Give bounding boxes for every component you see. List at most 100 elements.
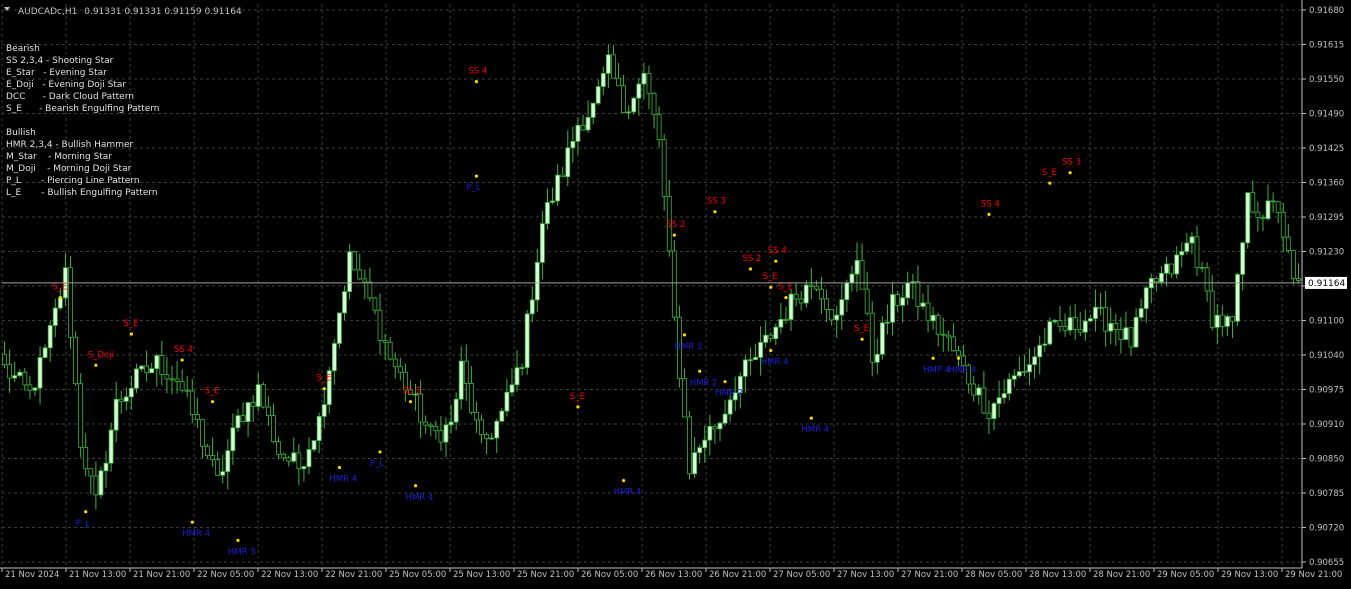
bull-candle-body — [879, 322, 885, 355]
time-axis[interactable]: 21 Nov 2024 21 Nov 13:00 21 Nov 21:00 22 No… — [1, 568, 1342, 580]
bear-candle-body — [397, 366, 403, 373]
price-tick-label: 0.90975 — [1309, 386, 1344, 396]
bear-candle-body — [1057, 320, 1063, 327]
bear-candle-body — [468, 383, 474, 413]
signal-arrow-icon — [58, 296, 62, 300]
bear-candle-body — [367, 281, 373, 299]
bear-candle-body — [1219, 314, 1225, 327]
signal-arrow-icon — [129, 332, 133, 336]
candle — [631, 96, 637, 115]
time-tick-label: 27 Nov 13:00 — [837, 570, 894, 580]
bear-candle-body — [621, 85, 626, 113]
bull-candle-body — [443, 424, 449, 443]
price-tick-label: 0.91550 — [1309, 75, 1344, 85]
bull-candle-body — [52, 307, 58, 326]
bull-candle-body — [524, 313, 530, 368]
bull-candle-body — [108, 429, 114, 464]
bull-candle-body — [1138, 308, 1144, 318]
bull-candle-body — [854, 259, 860, 275]
bull-candle-body — [57, 297, 63, 309]
bull-candle-body — [255, 384, 261, 407]
price-tick-label: 0.91680 — [1309, 6, 1344, 16]
bear-candle-body — [1077, 329, 1083, 333]
bear-candle-body — [925, 302, 931, 322]
bear-candle-body — [250, 402, 256, 407]
bear-candle-body — [682, 378, 687, 418]
bear-candle-body — [824, 298, 829, 310]
bullish-signal-label: P_L — [76, 519, 90, 529]
legend-bearish-title: Bearish — [6, 44, 40, 54]
bull-candle-body — [337, 312, 342, 344]
bear-candle-body — [1113, 323, 1119, 330]
bull-candle-body — [727, 399, 733, 415]
bull-candle-body — [834, 314, 840, 321]
bull-candle-body — [1265, 200, 1271, 220]
bull-candle-body — [245, 402, 251, 422]
bear-candle-body — [179, 381, 185, 391]
bull-candle-body — [301, 466, 307, 470]
price-tick-label: 0.91615 — [1309, 41, 1344, 51]
bull-candle-body — [1037, 344, 1043, 358]
bear-candle-body — [27, 384, 33, 391]
bull-candle-body — [1179, 251, 1185, 256]
bull-candle-body — [545, 202, 550, 225]
bear-candle-body — [961, 355, 966, 366]
bear-candle-body — [194, 414, 200, 420]
legend-bearish-item: S_E - Bearish Engulfing Pattern — [6, 104, 160, 114]
time-tick-label: 21 Nov 2024 — [5, 570, 59, 580]
bull-candle-body — [920, 302, 926, 307]
bull-candle-body — [636, 83, 642, 99]
bull-candle-body — [626, 111, 632, 114]
signal-arrow-icon — [180, 358, 184, 362]
signal-arrow-icon — [769, 348, 773, 353]
bear-candle-body — [1022, 371, 1027, 374]
bear-candle-body — [798, 298, 804, 304]
bull-candle-body — [1016, 371, 1022, 377]
bear-candle-body — [1199, 266, 1205, 269]
bullish-signal-label: P_L — [370, 459, 384, 469]
bear-candle-body — [144, 365, 150, 374]
bull-candle-body — [1189, 236, 1195, 244]
bull-candle-body — [230, 427, 236, 452]
bear-candle-body — [687, 416, 692, 475]
bull-candle-body — [570, 141, 576, 149]
signal-arrow-icon — [774, 259, 778, 263]
bear-candle-body — [428, 424, 434, 427]
bull-candle-body — [1088, 318, 1093, 322]
bear-candle-body — [1072, 317, 1078, 330]
bull-candle-body — [32, 387, 38, 391]
signal-arrow-icon — [1068, 171, 1072, 175]
time-tick-label: 29 Nov 05:00 — [1157, 570, 1214, 580]
bearish-signal-label: SS 2 — [402, 387, 421, 397]
bull-candle-body — [788, 293, 794, 320]
bear-candle-body — [945, 334, 951, 338]
current-price-label: 0.91164 — [1308, 279, 1345, 289]
chart-area[interactable]: S_E S_Doji S_E SS 4 S_E S_E SS 2 SS 4 S_E SS 2 SS … — [0, 0, 1351, 585]
bear-candle-body — [189, 390, 195, 415]
bull-candle-body — [529, 299, 535, 315]
bear-candle-body — [392, 358, 398, 368]
signal-arrow-icon — [672, 233, 676, 237]
bearish-signal-label: SS 2 — [666, 220, 685, 230]
candlestick-chart[interactable]: S_ES_DojiS_ESS 4S_ES_ESS 2SS 4S_ESS 2SS … — [0, 0, 1351, 585]
bull-candle-body — [849, 273, 855, 284]
bullish-signal-label: HMR 2 — [715, 389, 743, 399]
bearish-signal-label: SS 3 — [707, 197, 726, 207]
candle — [347, 244, 352, 300]
bull-candle-body — [311, 440, 317, 450]
bear-candle-body — [951, 336, 956, 352]
bear-candle-body — [286, 457, 292, 462]
svg-text:AUDCADc,H1 0.91331 0.9: AUDCADc,H1 0.91331 0.91331 0.91159 0.911… — [18, 7, 242, 17]
time-tick-label: 21 Nov 13:00 — [69, 570, 126, 580]
signal-arrow-icon — [190, 520, 194, 524]
bull-candle-body — [103, 462, 109, 472]
signal-arrow-icon — [236, 538, 240, 542]
bull-candle-body — [874, 353, 880, 363]
bear-candle-body — [940, 333, 946, 336]
signal-arrow-icon — [576, 405, 580, 409]
time-tick-label: 21 Nov 21:00 — [133, 570, 190, 580]
time-tick-label: 28 Nov 21:00 — [1093, 570, 1150, 580]
bull-candle-body — [113, 398, 119, 431]
bear-candle-body — [387, 341, 393, 360]
signal-arrow-icon — [84, 510, 88, 514]
